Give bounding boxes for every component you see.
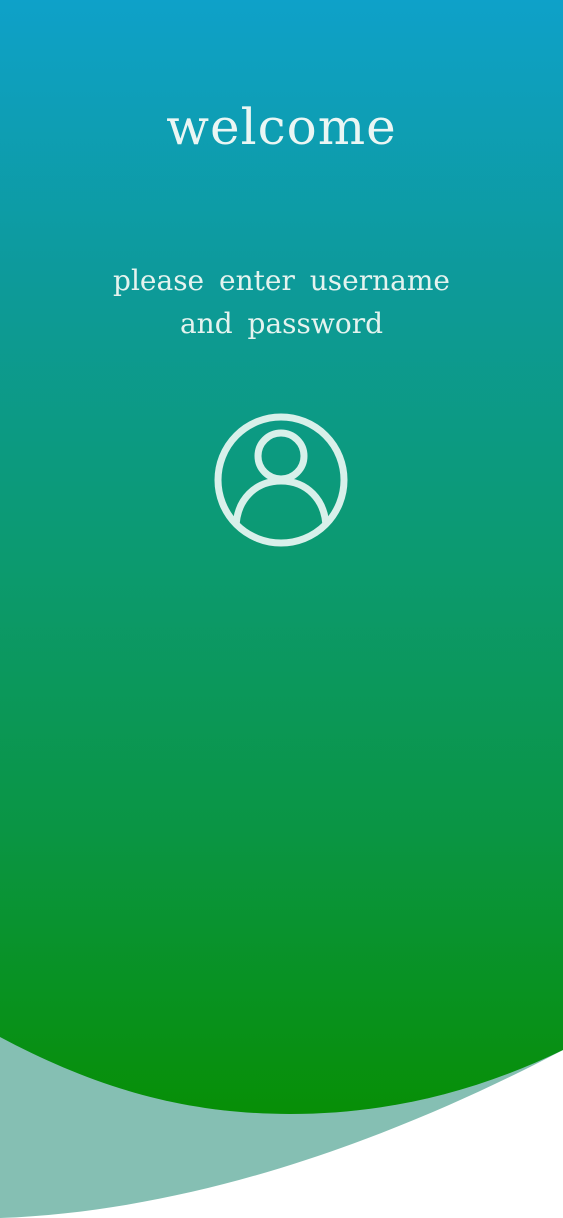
background [0,0,563,1218]
login-screen: welcome please enter username and passwo… [0,0,563,1218]
instructions-line-1: please enter username [113,264,450,297]
gradient-panel [0,0,563,1114]
login-instructions: please enter username and password [0,259,563,345]
instructions-line-2: and password [179,307,384,340]
page-title: welcome [166,98,397,156]
user-circle-icon[interactable] [212,411,350,549]
